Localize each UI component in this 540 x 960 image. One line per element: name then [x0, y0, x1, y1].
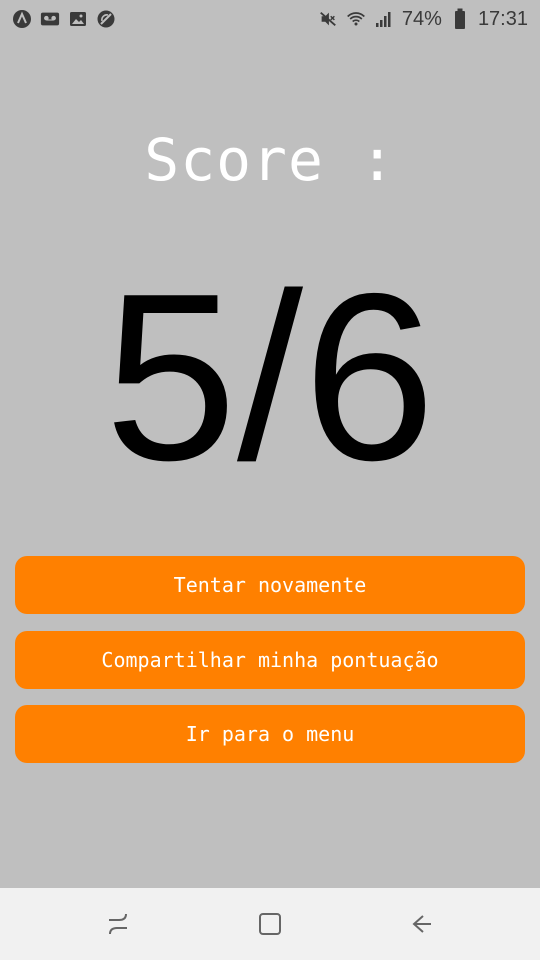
retry-button[interactable]: Tentar novamente	[15, 556, 525, 614]
mute-icon	[318, 9, 338, 29]
go-to-menu-button[interactable]: Ir para o menu	[15, 705, 525, 763]
score-label: Score :	[144, 126, 396, 194]
score-value: 5/6	[104, 245, 436, 510]
system-icons: 74% 17:31	[318, 8, 528, 31]
voicemail-icon	[40, 9, 60, 29]
no-sync-icon	[96, 9, 116, 29]
a-logo-icon	[12, 9, 32, 29]
notification-icons	[12, 9, 116, 29]
recents-icon[interactable]	[100, 906, 136, 942]
gallery-icon	[68, 9, 88, 29]
signal-icon	[374, 9, 394, 29]
share-score-button[interactable]: Compartilhar minha pontuação	[15, 631, 525, 689]
back-icon[interactable]	[403, 906, 439, 942]
home-icon[interactable]	[252, 906, 288, 942]
status-bar: 74% 17:31	[0, 0, 540, 38]
battery-percent: 74%	[401, 7, 442, 30]
clock: 17:31	[477, 7, 528, 30]
navigation-bar	[0, 888, 540, 960]
battery-icon	[450, 8, 470, 29]
wifi-icon	[346, 9, 366, 29]
